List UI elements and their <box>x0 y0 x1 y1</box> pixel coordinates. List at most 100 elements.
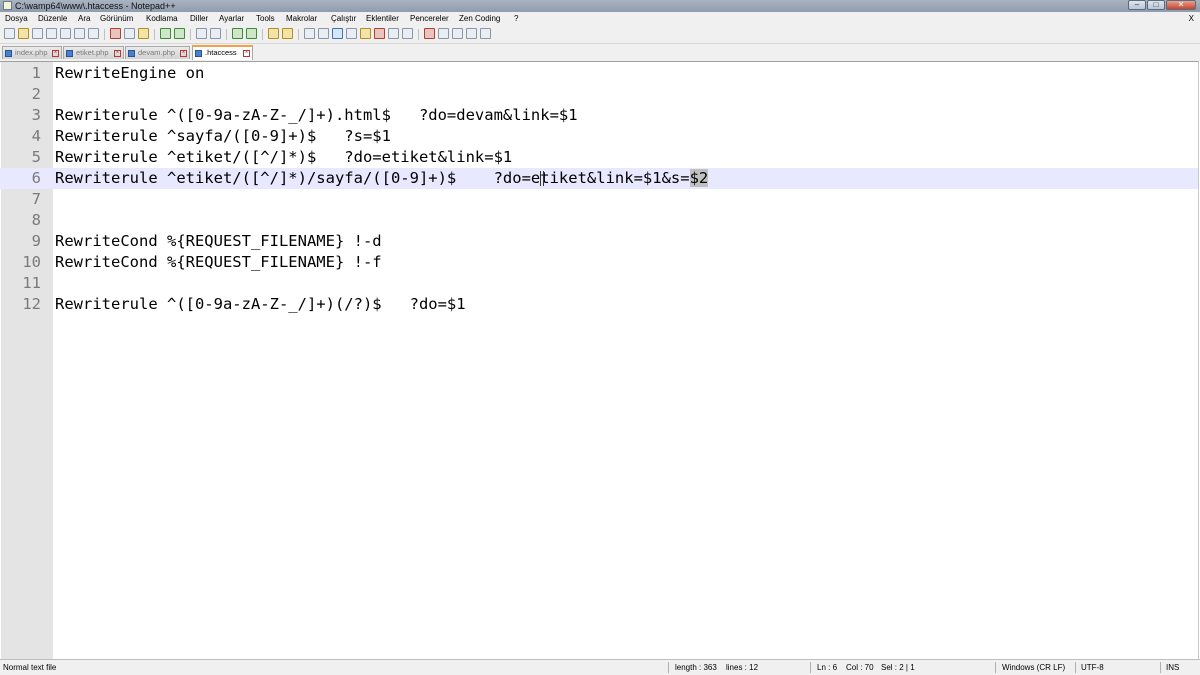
menu-help[interactable]: ? <box>514 12 518 26</box>
selected-text[interactable]: $2 <box>689 169 709 187</box>
status-separator <box>1075 662 1076 673</box>
code-line[interactable]: 1 RewriteEngine on <box>0 63 1198 84</box>
toolbar-separator <box>154 29 155 40</box>
tab-close-icon[interactable]: × <box>180 50 187 57</box>
zoom-in-icon[interactable] <box>232 28 243 39</box>
status-separator <box>810 662 811 673</box>
menu-kodlama[interactable]: Kodlama <box>146 12 178 26</box>
run-macro-multiple-icon[interactable] <box>466 28 477 39</box>
close-icon[interactable] <box>60 28 71 39</box>
status-eol-format[interactable]: Windows (CR LF) <box>1002 660 1065 675</box>
code-line[interactable]: 10 RewriteCond %{REQUEST_FILENAME} !-f <box>0 252 1198 273</box>
indent-guide-icon[interactable] <box>332 28 343 39</box>
tab-close-icon[interactable]: × <box>52 50 59 57</box>
monitoring-icon[interactable] <box>402 28 413 39</box>
code-line[interactable]: 5 Rewriterule ^etiket/([^/]*)$ ?do=etike… <box>0 147 1198 168</box>
notepad-app-icon[interactable] <box>3 1 12 10</box>
print-icon[interactable] <box>88 28 99 39</box>
show-all-chars-icon[interactable] <box>318 28 329 39</box>
code-line[interactable]: 7 <box>0 189 1198 210</box>
function-list-icon[interactable] <box>374 28 385 39</box>
sync-vertical-icon[interactable] <box>268 28 279 39</box>
status-insert-mode[interactable]: INS <box>1166 660 1179 675</box>
menu-zen-coding[interactable]: Zen Coding <box>459 12 500 26</box>
status-bar: Normal text file length : 363 lines : 12… <box>0 659 1200 675</box>
zoom-out-icon[interactable] <box>246 28 257 39</box>
save-icon[interactable] <box>32 28 43 39</box>
record-macro-icon[interactable] <box>424 28 435 39</box>
line-number: 8 <box>31 211 41 229</box>
close-document-button[interactable]: X <box>1189 12 1194 26</box>
editor-pane[interactable]: 1 RewriteEngine on 2 3 Rewriterule ^([0-… <box>0 61 1199 659</box>
menu-pencereler[interactable]: Pencereler <box>410 12 449 26</box>
find-icon[interactable] <box>196 28 207 39</box>
menu-duzenle[interactable]: Düzenle <box>38 12 67 26</box>
line-text[interactable]: Rewriterule ^etiket/([^/]*)$ ?do=etiket&… <box>55 147 512 168</box>
user-language-icon[interactable] <box>346 28 357 39</box>
status-line-number: Ln : 6 <box>817 663 838 672</box>
tab-close-icon[interactable]: × <box>243 50 250 57</box>
stop-record-icon[interactable] <box>438 28 449 39</box>
code-line[interactable]: 11 <box>0 273 1198 294</box>
code-line[interactable]: 2 <box>0 84 1198 105</box>
copy-icon[interactable] <box>124 28 135 39</box>
line-text[interactable]: Rewriterule ^([0-9a-zA-Z-_/]+).html$ ?do… <box>55 105 578 126</box>
redo-icon[interactable] <box>174 28 185 39</box>
tab-htaccess[interactable]: .htaccess × <box>192 45 253 60</box>
menu-gorunum[interactable]: Görünüm <box>100 12 133 26</box>
open-icon[interactable] <box>18 28 29 39</box>
code-line[interactable]: 9 RewriteCond %{REQUEST_FILENAME} !-d <box>0 231 1198 252</box>
code-line[interactable]: 12 Rewriterule ^([0-9a-zA-Z-_/]+)(/?)$ ?… <box>0 294 1198 315</box>
code-line[interactable]: 8 <box>0 210 1198 231</box>
sync-horizontal-icon[interactable] <box>282 28 293 39</box>
code-line[interactable]: 4 Rewriterule ^sayfa/([0-9]+)$ ?s=$1 <box>0 126 1198 147</box>
status-encoding[interactable]: UTF-8 <box>1081 660 1104 675</box>
menu-eklentiler[interactable]: Eklentiler <box>366 12 399 26</box>
maximize-button[interactable]: □ <box>1147 0 1165 10</box>
tab-label: .htaccess <box>205 48 237 57</box>
window-title: C:\wamp64\www\.htaccess - Notepad++ <box>15 1 176 11</box>
line-text[interactable]: Rewriterule ^sayfa/([0-9]+)$ ?s=$1 <box>55 126 391 147</box>
menu-ayarlar[interactable]: Ayarlar <box>219 12 244 26</box>
replace-icon[interactable] <box>210 28 221 39</box>
toolbar-separator <box>298 29 299 40</box>
line-text[interactable]: Rewriterule ^etiket/([^/]*)/sayfa/([0-9]… <box>55 168 709 189</box>
code-line[interactable]: 3 Rewriterule ^([0-9a-zA-Z-_/]+).html$ ?… <box>0 105 1198 126</box>
menu-makrolar[interactable]: Makrolar <box>286 12 317 26</box>
toolbar-separator <box>104 29 105 40</box>
word-wrap-icon[interactable] <box>304 28 315 39</box>
line-text[interactable]: RewriteCond %{REQUEST_FILENAME} !-d <box>55 231 382 252</box>
line-text[interactable]: RewriteEngine on <box>55 63 204 84</box>
menu-tools[interactable]: Tools <box>256 12 275 26</box>
menu-calistir[interactable]: Çalıştır <box>331 12 356 26</box>
line-number: 4 <box>31 127 41 145</box>
play-macro-icon[interactable] <box>452 28 463 39</box>
status-length: length : 363 <box>675 663 717 672</box>
line-number: 6 <box>31 169 41 187</box>
menu-dosya[interactable]: Dosya <box>5 12 28 26</box>
line-number: 5 <box>31 148 41 166</box>
undo-icon[interactable] <box>160 28 171 39</box>
doc-map-icon[interactable] <box>360 28 371 39</box>
close-window-button[interactable]: ✕ <box>1166 0 1196 10</box>
current-code-line[interactable]: 6 Rewriterule ^etiket/([^/]*)/sayfa/([0-… <box>0 168 1198 189</box>
save-all-icon[interactable] <box>46 28 57 39</box>
save-macro-icon[interactable] <box>480 28 491 39</box>
new-icon[interactable] <box>4 28 15 39</box>
paste-icon[interactable] <box>138 28 149 39</box>
status-separator <box>1160 662 1161 673</box>
minimize-button[interactable]: – <box>1128 0 1146 10</box>
tab-devam-php[interactable]: devam.php × <box>125 46 190 59</box>
folder-workspace-icon[interactable] <box>388 28 399 39</box>
file-saved-icon <box>128 50 135 57</box>
cut-icon[interactable] <box>110 28 121 39</box>
tab-close-icon[interactable]: × <box>114 50 121 57</box>
line-text[interactable]: RewriteCond %{REQUEST_FILENAME} !-f <box>55 252 382 273</box>
line-text-before-selection: Rewriterule ^etiket/([^/]*)/sayfa/([0-9]… <box>55 169 690 187</box>
menu-ara[interactable]: Ara <box>78 12 90 26</box>
menu-diller[interactable]: Diller <box>190 12 208 26</box>
tab-index-php[interactable]: index.php × <box>2 46 62 59</box>
close-all-icon[interactable] <box>74 28 85 39</box>
tab-etiket-php[interactable]: etiket.php × <box>63 46 124 59</box>
line-text[interactable]: Rewriterule ^([0-9a-zA-Z-_/]+)(/?)$ ?do=… <box>55 294 466 315</box>
